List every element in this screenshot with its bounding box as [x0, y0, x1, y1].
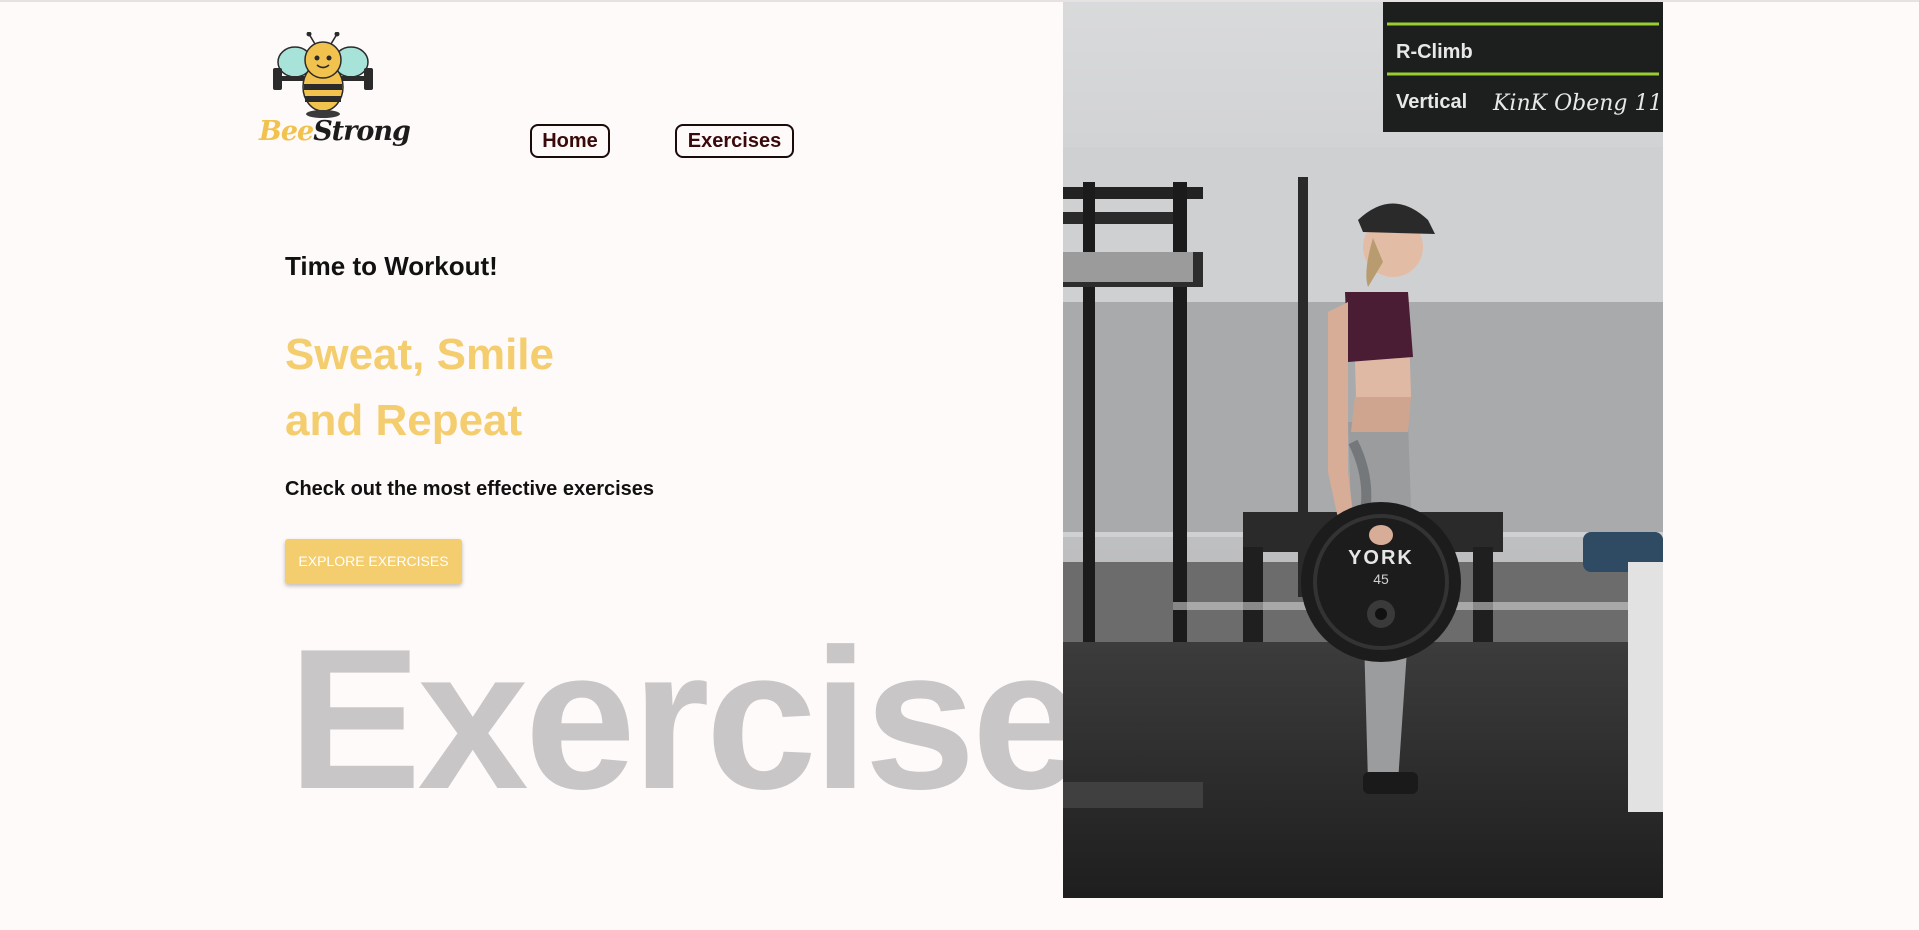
plate-weight: 45 [1373, 571, 1389, 587]
board-line-3: KinK Obeng 11 [1492, 91, 1662, 116]
gym-photo-illustration: R-Climb Vertical KinK Obeng 11 YORK 45 [1063, 2, 1663, 898]
hero-title-line1: Sweat, Smile [285, 330, 555, 379]
exercise-watermark: Exercise [288, 608, 1083, 831]
brand-wordmark: BeeStrong [259, 116, 411, 147]
nav-home-button[interactable]: Home [530, 124, 610, 158]
brand-logo[interactable]: BeeStrong [255, 32, 411, 157]
brand-word-part1: Bee [259, 116, 314, 147]
hero-title-line2: and Repeat [285, 396, 523, 445]
explore-exercises-button[interactable]: EXPLORE EXERCISES [285, 539, 462, 584]
board-line-2: Vertical [1396, 91, 1467, 113]
board-line-1: R-Climb [1396, 41, 1473, 63]
plate-brand: YORK [1348, 547, 1414, 569]
hero-kicker: Time to Workout! [285, 251, 498, 281]
brand-word-part2: Strong [313, 116, 411, 147]
nav-exercises-button[interactable]: Exercises [675, 124, 794, 158]
hero-subtitle: Check out the most effective exercises [285, 478, 655, 500]
hero-title: Sweat, Smile and Repeat [285, 322, 554, 454]
hero-photo: R-Climb Vertical KinK Obeng 11 YORK 45 [1063, 2, 1663, 898]
bee-mascot-icon [273, 32, 373, 118]
